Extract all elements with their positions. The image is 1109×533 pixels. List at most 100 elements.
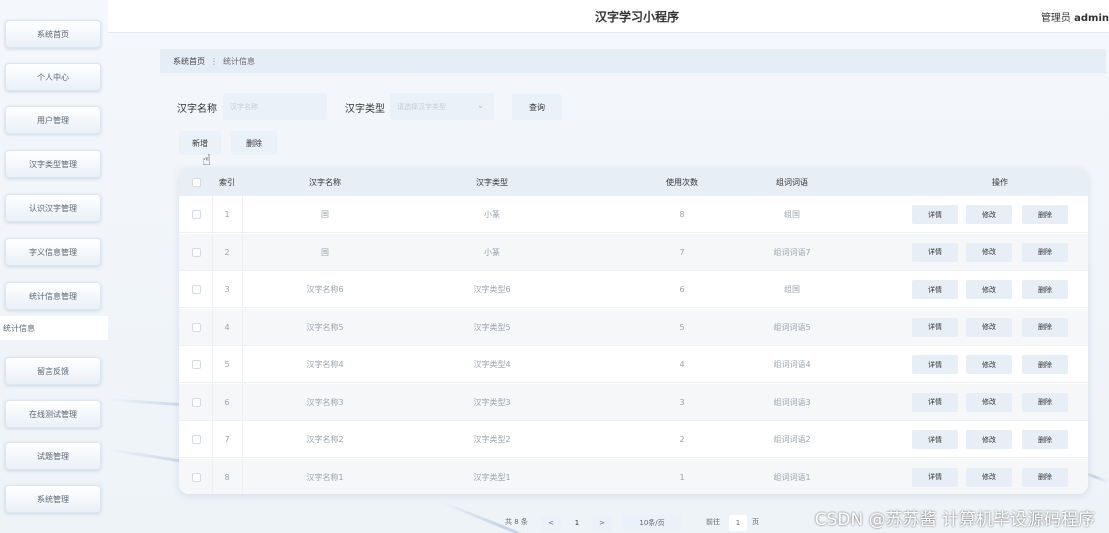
sidebar-item-users[interactable]: 用户管理 — [5, 106, 101, 134]
page-size-select[interactable]: 10条/页 — [622, 515, 682, 531]
sidebar-item-char-types[interactable]: 汉字类型管理 — [5, 150, 101, 178]
edit-button[interactable]: 修改 — [966, 392, 1012, 412]
cell-type: 汉字类型5 — [473, 322, 511, 332]
cell-type: 小篆 — [484, 210, 500, 219]
type-filter-label: 汉字类型 — [345, 104, 385, 115]
edit-button[interactable]: 修改 — [966, 355, 1012, 374]
detail-button[interactable]: 详情 — [912, 467, 958, 487]
delete-button[interactable]: 删除 — [1022, 205, 1068, 224]
batch-delete-button[interactable]: 删除 — [231, 131, 277, 155]
name-search-input[interactable]: 汉字名称 — [223, 93, 327, 120]
app-title: 汉字学习小程序 — [595, 10, 680, 24]
cell-name: 汉字名称4 — [306, 360, 344, 369]
sidebar-item-questions[interactable]: 试题管理 — [5, 442, 101, 470]
detail-button[interactable]: 详情 — [912, 355, 958, 374]
select-all-checkbox[interactable] — [185, 168, 207, 196]
cell-index: 7 — [224, 435, 230, 444]
cell-type: 小篆 — [484, 247, 500, 257]
sidebar-item-label: 统计信息管理 — [29, 291, 77, 301]
cell-name: 汉字名称2 — [306, 435, 344, 444]
cell-name: 汉字名称1 — [306, 472, 344, 482]
cell-words: 组国 — [784, 285, 800, 294]
row-checkbox[interactable] — [185, 384, 207, 421]
delete-button[interactable]: 删除 — [1022, 355, 1068, 374]
row-checkbox[interactable] — [185, 346, 207, 383]
sidebar-item-online-test[interactable]: 在线测试管理 — [5, 400, 101, 428]
cell-type: 汉字类型2 — [473, 435, 511, 444]
detail-button[interactable]: 详情 — [912, 205, 958, 224]
query-button[interactable]: 查询 — [512, 94, 562, 120]
detail-button[interactable]: 详情 — [912, 430, 958, 449]
pagination-next-button[interactable]: > — [592, 515, 612, 531]
cell-words: 组词词语1 — [773, 472, 811, 482]
cell-words: 组词词语3 — [773, 397, 811, 407]
cell-type: 汉字类型6 — [473, 285, 511, 294]
sidebar-subitem-label: 统计信息 — [3, 323, 35, 333]
edit-button[interactable]: 修改 — [966, 280, 1012, 299]
row-checkbox[interactable] — [185, 459, 207, 495]
breadcrumb-home[interactable]: 系统首页 — [173, 56, 205, 67]
table-row: 1 国小篆 8 组国 详情 修改 删除 — [179, 196, 1088, 233]
breadcrumb-separator: ⋮ — [210, 56, 218, 66]
delete-button[interactable]: 删除 — [1022, 317, 1068, 337]
cell-words: 组词词语7 — [773, 247, 811, 257]
edit-button[interactable]: 修改 — [966, 205, 1012, 224]
sidebar-item-label: 试题管理 — [37, 451, 69, 461]
delete-button[interactable]: 删除 — [1022, 430, 1068, 449]
row-checkbox[interactable] — [185, 196, 207, 233]
pagination-goto-label: 前往 — [706, 518, 720, 526]
row-checkbox[interactable] — [185, 271, 207, 308]
sidebar-item-label: 在线测试管理 — [29, 409, 77, 419]
cell-name: 汉字名称6 — [306, 285, 344, 294]
row-checkbox[interactable] — [185, 309, 207, 346]
top-header: 汉字学习小程序 管理员 admin — [108, 0, 1109, 33]
detail-button[interactable]: 详情 — [912, 280, 958, 299]
cell-name: 国 — [321, 210, 329, 219]
pagination-current-page[interactable]: 1 — [568, 515, 586, 531]
delete-button[interactable]: 删除 — [1022, 392, 1068, 412]
edit-button[interactable]: 修改 — [966, 317, 1012, 337]
sidebar-item-statistics[interactable]: 统计信息管理 — [5, 282, 101, 310]
sidebar-item-label: 留言反馈 — [37, 366, 69, 376]
detail-button[interactable]: 详情 — [912, 392, 958, 412]
cell-name: 汉字名称5 — [306, 322, 344, 332]
row-checkbox[interactable] — [185, 234, 207, 271]
statistics-table: 索引 汉字名称 汉字类型 使用次数 组词词语 操作 1 国小篆 8 组国 详情 修改 删除 2… — [179, 168, 1088, 494]
sidebar-item-label: 用户管理 — [37, 115, 69, 125]
sidebar-item-home[interactable]: 系统首页 — [5, 20, 101, 48]
edit-button[interactable]: 修改 — [966, 430, 1012, 449]
delete-button[interactable]: 删除 — [1022, 242, 1068, 262]
cell-type: 汉字类型1 — [473, 472, 511, 482]
type-select-placeholder: 请选择汉字类型 — [397, 102, 446, 111]
sidebar-item-learn-chars[interactable]: 认识汉字管理 — [5, 194, 101, 222]
sidebar-item-profile[interactable]: 个人中心 — [5, 63, 101, 91]
sidebar-item-label: 汉字类型管理 — [29, 159, 77, 169]
sidebar-item-system[interactable]: 系统管理 — [5, 485, 101, 513]
add-button[interactable]: 新增 — [179, 131, 221, 155]
delete-button[interactable]: 删除 — [1022, 280, 1068, 299]
cell-index: 1 — [224, 210, 230, 219]
sidebar-subitem-statistics[interactable]: 统计信息 — [0, 316, 108, 340]
row-checkbox[interactable] — [185, 421, 207, 458]
cell-words: 组词词语2 — [773, 435, 811, 444]
sidebar-item-meanings[interactable]: 字义信息管理 — [5, 238, 101, 266]
name-filter-label: 汉字名称 — [177, 104, 217, 115]
type-select[interactable]: 请选择汉字类型 ⌄ — [390, 93, 494, 120]
edit-button[interactable]: 修改 — [966, 242, 1012, 262]
sidebar-item-feedback[interactable]: 留言反馈 — [5, 357, 101, 385]
table-row: 3 汉字名称6 汉字类型6 6 组国 详情 修改 删除 — [179, 271, 1088, 308]
sidebar: 系统首页 个人中心 用户管理 汉字类型管理 认识汉字管理 字义信息管理 统计信息… — [0, 0, 108, 533]
admin-info[interactable]: 管理员 admin — [1041, 9, 1109, 24]
pagination-goto-input[interactable]: 1 — [729, 515, 747, 531]
detail-button[interactable]: 详情 — [912, 242, 958, 262]
detail-button[interactable]: 详情 — [912, 317, 958, 337]
edit-button[interactable]: 修改 — [966, 467, 1012, 487]
column-header-name: 汉字名称 — [309, 177, 341, 187]
pagination-prev-button[interactable]: < — [541, 515, 561, 531]
cell-words: 组词词语4 — [773, 360, 811, 369]
cell-name: 国 — [321, 247, 329, 257]
delete-button[interactable]: 删除 — [1022, 467, 1068, 487]
column-header-index: 索引 — [219, 177, 235, 187]
hand-cursor-icon: ☝ — [202, 151, 212, 169]
cell-words: 组国 — [784, 210, 800, 219]
